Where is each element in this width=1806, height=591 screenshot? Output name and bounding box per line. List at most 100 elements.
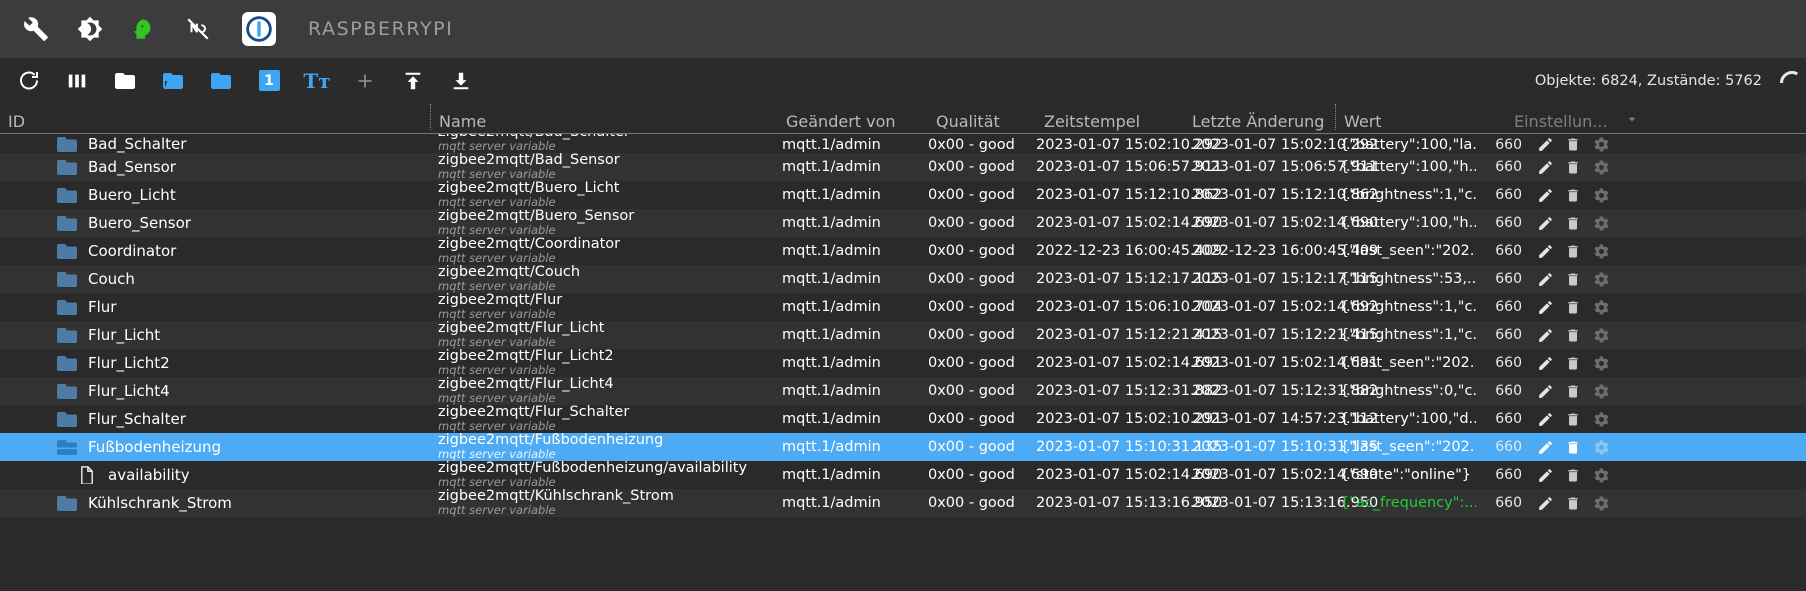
column-header-timestamp[interactable]: Zeitstempel (1036, 112, 1184, 131)
no-connection-icon[interactable] (182, 13, 214, 45)
pencil-icon[interactable] (1536, 158, 1554, 176)
gear-icon[interactable] (1592, 214, 1610, 232)
gear-icon[interactable] (1592, 326, 1610, 344)
folder-closed-icon[interactable] (56, 354, 78, 372)
cell-id[interactable]: Buero_Sensor (0, 214, 430, 232)
folder-closed-icon[interactable] (56, 298, 78, 316)
table-row[interactable]: Buero_Sensorzigbee2mqtt/Buero_Sensormqtt… (0, 209, 1806, 237)
gear-icon[interactable] (1592, 354, 1610, 372)
folder-closed-icon[interactable] (56, 494, 78, 512)
cell-value[interactable]: {"battery":100,"d... (1336, 411, 1476, 427)
trash-icon[interactable] (1564, 158, 1582, 176)
folder-closed-icon[interactable] (56, 186, 78, 204)
collapse-all-button[interactable] (108, 64, 142, 98)
trash-icon[interactable] (1564, 354, 1582, 372)
cell-value[interactable]: {"state":"online"} (1336, 467, 1476, 483)
gear-icon[interactable] (1592, 466, 1610, 484)
table-row[interactable]: Buero_Lichtzigbee2mqtt/Buero_Lichtmqtt s… (0, 181, 1806, 209)
pencil-icon[interactable] (1536, 494, 1554, 512)
folder-closed-icon[interactable] (56, 382, 78, 400)
cell-value[interactable]: {"brightness":53,... (1336, 271, 1476, 287)
folder-closed-icon[interactable] (56, 242, 78, 260)
cell-id[interactable]: Flur_Licht (0, 326, 430, 344)
folder-closed-icon[interactable] (56, 410, 78, 428)
gear-icon[interactable] (1592, 158, 1610, 176)
folder-closed-icon[interactable] (56, 326, 78, 344)
cell-id[interactable]: Couch (0, 270, 430, 288)
cell-value[interactable]: {"brightness":1,"c... (1336, 187, 1476, 203)
pencil-icon[interactable] (1536, 242, 1554, 260)
folder-closed-icon[interactable] (56, 158, 78, 176)
folder-closed-icon[interactable] (56, 135, 78, 153)
cell-id[interactable]: Bad_Schalter (0, 135, 430, 153)
column-header-settings[interactable]: Einstellun... (1514, 112, 1624, 131)
cell-value[interactable]: {"brightness":0,"c... (1336, 383, 1476, 399)
trash-icon[interactable] (1564, 382, 1582, 400)
cell-value[interactable]: {"last_seen":"202... (1336, 355, 1476, 371)
table-row[interactable]: Flur_Lichtzigbee2mqtt/Flur_Lichtmqtt ser… (0, 321, 1806, 349)
gear-icon[interactable] (1592, 410, 1610, 428)
pencil-icon[interactable] (1536, 354, 1554, 372)
cell-value[interactable]: {"brightness":1,"c... (1336, 299, 1476, 315)
gear-icon[interactable] (1592, 186, 1610, 204)
pencil-icon[interactable] (1536, 466, 1554, 484)
cell-id[interactable]: Flur_Schalter (0, 410, 430, 428)
trash-icon[interactable] (1564, 410, 1582, 428)
import-button[interactable] (396, 64, 430, 98)
file-icon[interactable] (76, 466, 98, 484)
cell-value[interactable]: {"last_seen":"202... (1336, 439, 1476, 455)
columns-button[interactable] (60, 64, 94, 98)
cell-id[interactable]: Flur (0, 298, 430, 316)
brightness-icon[interactable] (74, 13, 106, 45)
cell-id[interactable]: Fußbodenheizung (0, 438, 430, 456)
chevron-down-icon[interactable] (1624, 111, 1654, 131)
column-header-quality[interactable]: Qualität (928, 112, 1036, 131)
depth-level-button[interactable]: 1 (252, 64, 286, 98)
column-header-changed-by[interactable]: Geändert von (778, 112, 928, 131)
table-row[interactable]: Flur_Schalterzigbee2mqtt/Flur_Schaltermq… (0, 405, 1806, 433)
trash-icon[interactable] (1564, 466, 1582, 484)
cell-id[interactable]: availability (0, 466, 430, 484)
trash-icon[interactable] (1564, 135, 1582, 153)
table-row[interactable]: Flurzigbee2mqtt/Flurmqtt server variable… (0, 293, 1806, 321)
cell-value[interactable]: {"last_seen":"202... (1336, 243, 1476, 259)
column-header-name[interactable]: Name (431, 112, 778, 131)
table-row[interactable]: Kühlschrank_Stromzigbee2mqtt/Kühlschrank… (0, 489, 1806, 517)
table-row[interactable]: Bad_Schalterzigbee2mqtt/Bad_Schaltermqtt… (0, 134, 1806, 153)
wrench-icon[interactable] (20, 13, 52, 45)
expand-one-button[interactable] (204, 64, 238, 98)
folder-closed-icon[interactable] (56, 214, 78, 232)
cell-value[interactable]: {"ac_frequency":... (1336, 495, 1476, 511)
gear-icon[interactable] (1592, 382, 1610, 400)
cell-id[interactable]: Flur_Licht4 (0, 382, 430, 400)
trash-icon[interactable] (1564, 494, 1582, 512)
cell-id[interactable]: Buero_Licht (0, 186, 430, 204)
pencil-icon[interactable] (1536, 438, 1554, 456)
cell-id[interactable]: Kühlschrank_Strom (0, 494, 430, 512)
cell-id[interactable]: Flur_Licht2 (0, 354, 430, 372)
gear-icon[interactable] (1592, 242, 1610, 260)
gear-icon[interactable] (1592, 270, 1610, 288)
table-row[interactable]: Bad_Sensorzigbee2mqtt/Bad_Sensormqtt ser… (0, 153, 1806, 181)
gear-icon[interactable] (1592, 298, 1610, 316)
table-row[interactable]: Fußbodenheizungzigbee2mqtt/Fußbodenheizu… (0, 433, 1806, 461)
table-row[interactable]: Flur_Licht2zigbee2mqtt/Flur_Licht2mqtt s… (0, 349, 1806, 377)
column-header-last-change[interactable]: Letzte Änderung (1184, 112, 1335, 131)
trash-icon[interactable] (1564, 214, 1582, 232)
gear-icon[interactable] (1592, 135, 1610, 153)
trash-icon[interactable] (1564, 438, 1582, 456)
cell-value[interactable]: {"battery":100,"h... (1336, 159, 1476, 175)
pencil-icon[interactable] (1536, 298, 1554, 316)
cell-id[interactable]: Bad_Sensor (0, 158, 430, 176)
gear-icon[interactable] (1592, 494, 1610, 512)
trash-icon[interactable] (1564, 270, 1582, 288)
pencil-icon[interactable] (1536, 214, 1554, 232)
table-row[interactable]: Coordinatorzigbee2mqtt/Coordinatormqtt s… (0, 237, 1806, 265)
table-row[interactable]: Flur_Licht4zigbee2mqtt/Flur_Licht4mqtt s… (0, 377, 1806, 405)
pencil-icon[interactable] (1536, 270, 1554, 288)
text-size-button[interactable]: Tт (300, 64, 334, 98)
refresh-button[interactable] (12, 64, 46, 98)
cell-value[interactable]: {"battery":100,"h... (1336, 215, 1476, 231)
pencil-icon[interactable] (1536, 186, 1554, 204)
table-row[interactable]: Couchzigbee2mqtt/Couchmqtt server variab… (0, 265, 1806, 293)
